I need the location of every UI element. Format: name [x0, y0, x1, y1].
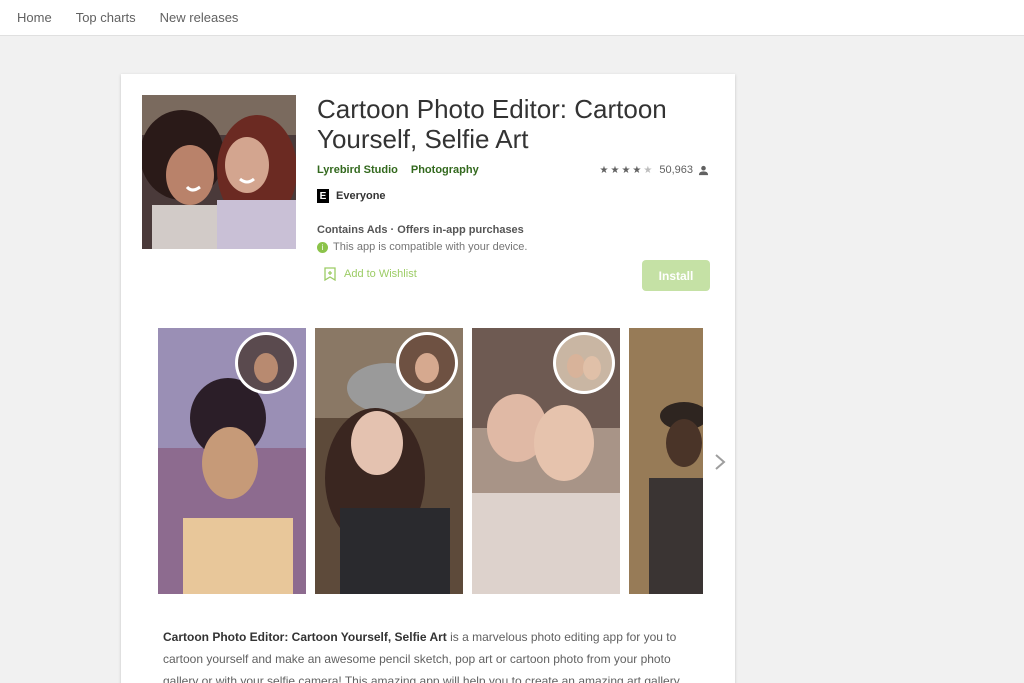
nav-home-link[interactable]: Home — [17, 3, 52, 33]
wishlist-label: Add to Wishlist — [344, 268, 417, 280]
star-icon: ★ — [621, 164, 631, 176]
app-meta: Lyrebird Studio Photography — [317, 164, 492, 176]
info-icon: i — [317, 241, 328, 253]
person-icon — [698, 165, 709, 175]
compatibility-info: i This app is compatible with your devic… — [317, 241, 527, 253]
star-rating: ★ ★ ★ ★ ★ — [600, 165, 655, 176]
rating-summary: ★ ★ ★ ★ ★ 50,963 — [600, 164, 710, 176]
top-navigation: Home Top charts New releases — [0, 0, 1024, 36]
compatibility-text: This app is compatible with your device. — [333, 241, 528, 253]
developer-link[interactable]: Lyrebird Studio — [317, 164, 398, 176]
app-details-card: Cartoon Photo Editor: Cartoon Yourself, … — [121, 74, 735, 683]
star-empty-icon: ★ — [643, 164, 653, 176]
chevron-right-icon[interactable] — [713, 452, 727, 472]
star-icon: ★ — [599, 164, 609, 176]
rating-count: 50,963 — [659, 164, 693, 176]
content-rating: E Everyone — [317, 189, 386, 203]
screenshot-4[interactable] — [629, 328, 703, 594]
category-link[interactable]: Photography — [411, 164, 479, 176]
nav-top-charts-link[interactable]: Top charts — [76, 3, 136, 33]
app-title: Cartoon Photo Editor: Cartoon Yourself, … — [317, 94, 667, 154]
install-button[interactable]: Install — [642, 260, 710, 291]
screenshot-1[interactable] — [158, 328, 306, 594]
esrb-badge-icon: E — [317, 189, 329, 203]
star-icon: ★ — [632, 164, 642, 176]
content-rating-label: Everyone — [336, 190, 386, 202]
star-icon: ★ — [610, 164, 620, 176]
app-description: Cartoon Photo Editor: Cartoon Yourself, … — [163, 626, 683, 683]
add-to-wishlist-button[interactable]: Add to Wishlist — [324, 267, 417, 281]
bookmark-add-icon — [324, 267, 336, 281]
screenshot-3[interactable] — [472, 328, 620, 594]
ads-info: Contains Ads · Offers in-app purchases — [317, 224, 524, 236]
description-title: Cartoon Photo Editor: Cartoon Yourself, … — [163, 630, 447, 644]
screenshot-carousel[interactable] — [158, 328, 703, 594]
app-icon — [142, 95, 296, 249]
screenshot-2[interactable] — [315, 328, 463, 594]
nav-new-releases-link[interactable]: New releases — [160, 3, 239, 33]
